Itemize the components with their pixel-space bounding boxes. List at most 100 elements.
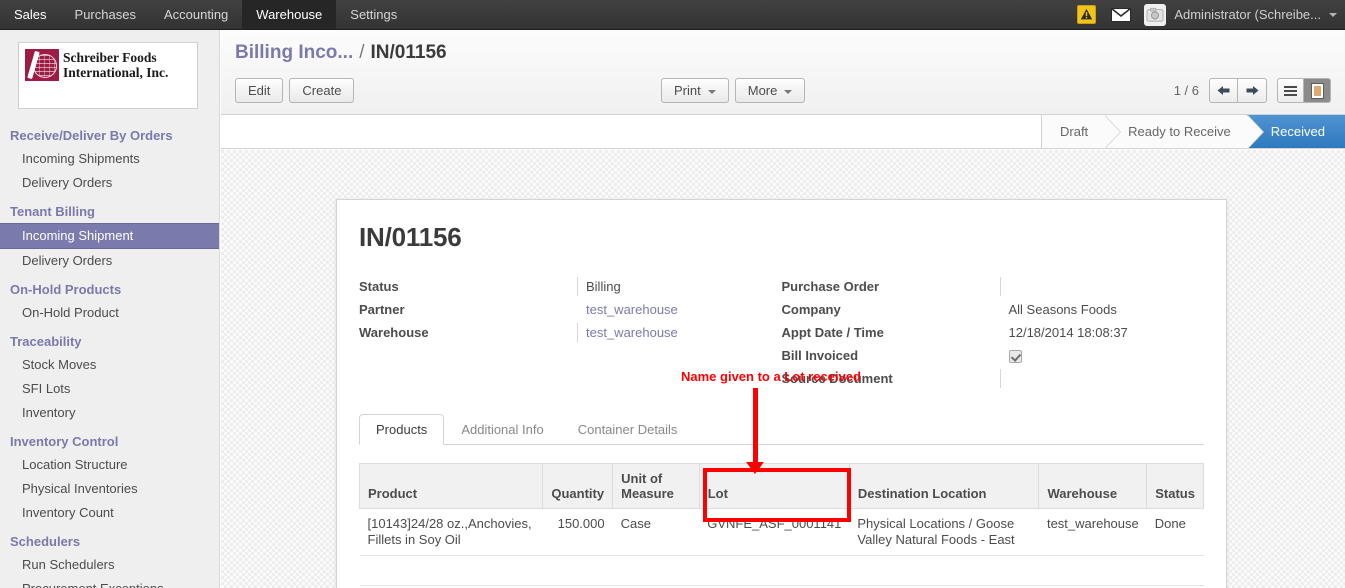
field-appt-date-time-value: 12/18/2014 18:08:37 [1008,325,1128,340]
annotation-arrow-line [753,388,758,466]
view-switcher [1277,78,1331,103]
sidebar-item-inventory-count[interactable]: Inventory Count [0,501,219,525]
menu-item-purchases[interactable]: Purchases [61,0,150,29]
logo-line-2: International, Inc. [63,65,169,80]
chevron-down-icon[interactable] [1329,12,1337,17]
field-status-label: Status [359,279,399,294]
bill-invoiced-checkbox[interactable] [1008,350,1022,364]
sidebar-item-delivery-orders[interactable]: Delivery Orders [0,171,219,195]
field-purchase-order-label: Purchase Order [781,279,880,294]
breadcrumb-parent[interactable]: Billing Inco... [235,42,353,64]
field-source-document-value [999,369,1205,388]
column-header-warehouse[interactable]: Warehouse [1038,463,1148,509]
form-view-button[interactable] [1304,78,1331,103]
cell-status: Done [1146,508,1204,556]
next-record-button[interactable] [1238,78,1267,103]
sidebar-item-procurement-exceptions[interactable]: Procurement Exceptions [0,577,219,588]
column-header-quantity[interactable]: Quantity [542,463,614,509]
sidebar-item-sfi-lots[interactable]: SFI Lots [0,377,219,401]
main-menu: Sales Purchases Accounting Warehouse Set… [0,0,411,29]
status-bar: Draft Ready to Receive Received [1041,115,1345,149]
nav-group-traceability: Traceability [10,334,82,349]
list-view-button[interactable] [1277,78,1304,103]
nav-group-receive-deliver-by-orders: Receive/Deliver By Orders [10,128,173,143]
user-menu-label[interactable]: Administrator (Schreibe... [1174,7,1321,22]
sidebar: Schreiber Foods International, Inc. Rece… [0,30,220,588]
warning-icon[interactable] [1077,5,1097,24]
pager-buttons [1209,78,1267,103]
column-header-destination-location[interactable]: Destination Location [849,463,1040,509]
menu-item-warehouse[interactable]: Warehouse [242,0,337,29]
menu-item-settings[interactable]: Settings [336,0,411,29]
table-header-row: Product Quantity Unit of Measure Lot Des… [358,463,1204,509]
create-button[interactable]: Create [289,78,355,103]
field-appt-date-time: Appt Date / Time 12/18/2014 18:08:37 [782,323,1205,346]
tab-additional-info[interactable]: Additional Info [444,414,560,445]
more-label: More [747,83,778,98]
cell-lot: GVNFE_ASF_0001141 [699,508,850,556]
top-bar-right-cluster: Administrator (Schreibe... [1077,0,1345,29]
breadcrumb-current: IN/01156 [370,42,447,63]
control-panel: Billing Inco... / IN/01156 Edit Create P… [221,30,1345,115]
mail-icon[interactable] [1110,4,1132,26]
field-partner-value[interactable]: test_warehouse [577,300,782,319]
field-status: Status Billing [359,277,782,300]
sidebar-item-incoming-shipments[interactable]: Incoming Shipments [0,147,219,171]
nav-group-schedulers: Schedulers [10,534,81,549]
record-dropdown-buttons: Print More [661,78,806,103]
sidebar-item-physical-inventories[interactable]: Physical Inventories [0,477,219,501]
cell-empty [359,555,1204,586]
notebook-tabs: Products Additional Info Container Detai… [359,414,1204,445]
print-dropdown-button[interactable]: Print [661,78,729,103]
sidebar-item-run-schedulers[interactable]: Run Schedulers [0,553,219,577]
sidebar-item-location-structure[interactable]: Location Structure [0,453,219,477]
status-step-draft[interactable]: Draft [1042,115,1122,149]
logo-line-1: Schreiber Foods [63,50,157,65]
column-header-lot[interactable]: Lot [699,463,850,509]
breadcrumb: Billing Inco... / IN/01156 [235,30,1331,64]
nav-group-on-hold-products: On-Hold Products [10,282,122,297]
field-bill-invoiced-value [1000,346,1205,365]
more-dropdown-button[interactable]: More [734,78,806,103]
sidebar-item-stock-moves[interactable]: Stock Moves [0,353,219,377]
status-step-ready-to-receive[interactable]: Ready to Receive [1104,115,1264,149]
previous-record-button[interactable] [1209,78,1238,103]
menu-item-sales[interactable]: Sales [0,0,61,29]
status-bar-row: Draft Ready to Receive Received [221,115,1345,149]
field-partner: Partner test_warehouse [359,300,782,323]
field-warehouse: Warehouse test_warehouse [359,323,782,346]
cell-quantity: 150.000 [542,508,613,556]
sidebar-item-inventory[interactable]: Inventory [0,401,219,425]
cell-warehouse: test_warehouse [1038,508,1147,556]
edit-button[interactable]: Edit [235,78,284,103]
cell-product: [10143]24/28 oz.,Anchovies, Fillets in S… [359,508,543,556]
menu-item-accounting[interactable]: Accounting [150,0,242,29]
avatar[interactable] [1144,3,1167,26]
record-sheet: IN/01156 Status Billing Partner test_war… [336,199,1227,588]
nav-group-inventory-control: Inventory Control [10,434,119,449]
column-header-product[interactable]: Product [358,463,544,509]
column-header-status[interactable]: Status [1146,463,1204,509]
field-partner-label: Partner [359,302,405,317]
main-content: Billing Inco... / IN/01156 Edit Create P… [221,30,1345,588]
nav-group-tenant-billing: Tenant Billing [10,204,95,219]
tab-container-details[interactable]: Container Details [561,414,695,445]
field-warehouse-value[interactable]: test_warehouse [577,323,782,342]
table-empty-row[interactable] [359,555,1204,586]
table-row[interactable]: [10143]24/28 oz.,Anchovies, Fillets in S… [359,508,1204,556]
breadcrumb-separator: / [359,42,365,63]
field-appt-date-time-label: Appt Date / Time [781,325,884,340]
tab-products[interactable]: Products [359,414,445,445]
column-header-unit-of-measure[interactable]: Unit of Measure [612,463,700,509]
annotation-arrow-head-icon [746,462,764,474]
products-table-head: Product Quantity Unit of Measure Lot Des… [358,463,1204,509]
page-title: IN/01156 [359,222,462,252]
field-purchase-order: Purchase Order [782,277,1205,300]
cell-unit-of-measure: Case [612,508,700,556]
sidebar-item-incoming-shipment[interactable]: Incoming Shipment [0,223,219,249]
field-status-value: Billing [577,277,782,296]
field-company-value: All Seasons Foods [1008,302,1117,317]
sidebar-item-on-hold-product[interactable]: On-Hold Product [0,301,219,325]
sidebar-item-tenant-delivery-orders[interactable]: Delivery Orders [0,249,219,273]
chevron-down-icon [784,89,793,94]
